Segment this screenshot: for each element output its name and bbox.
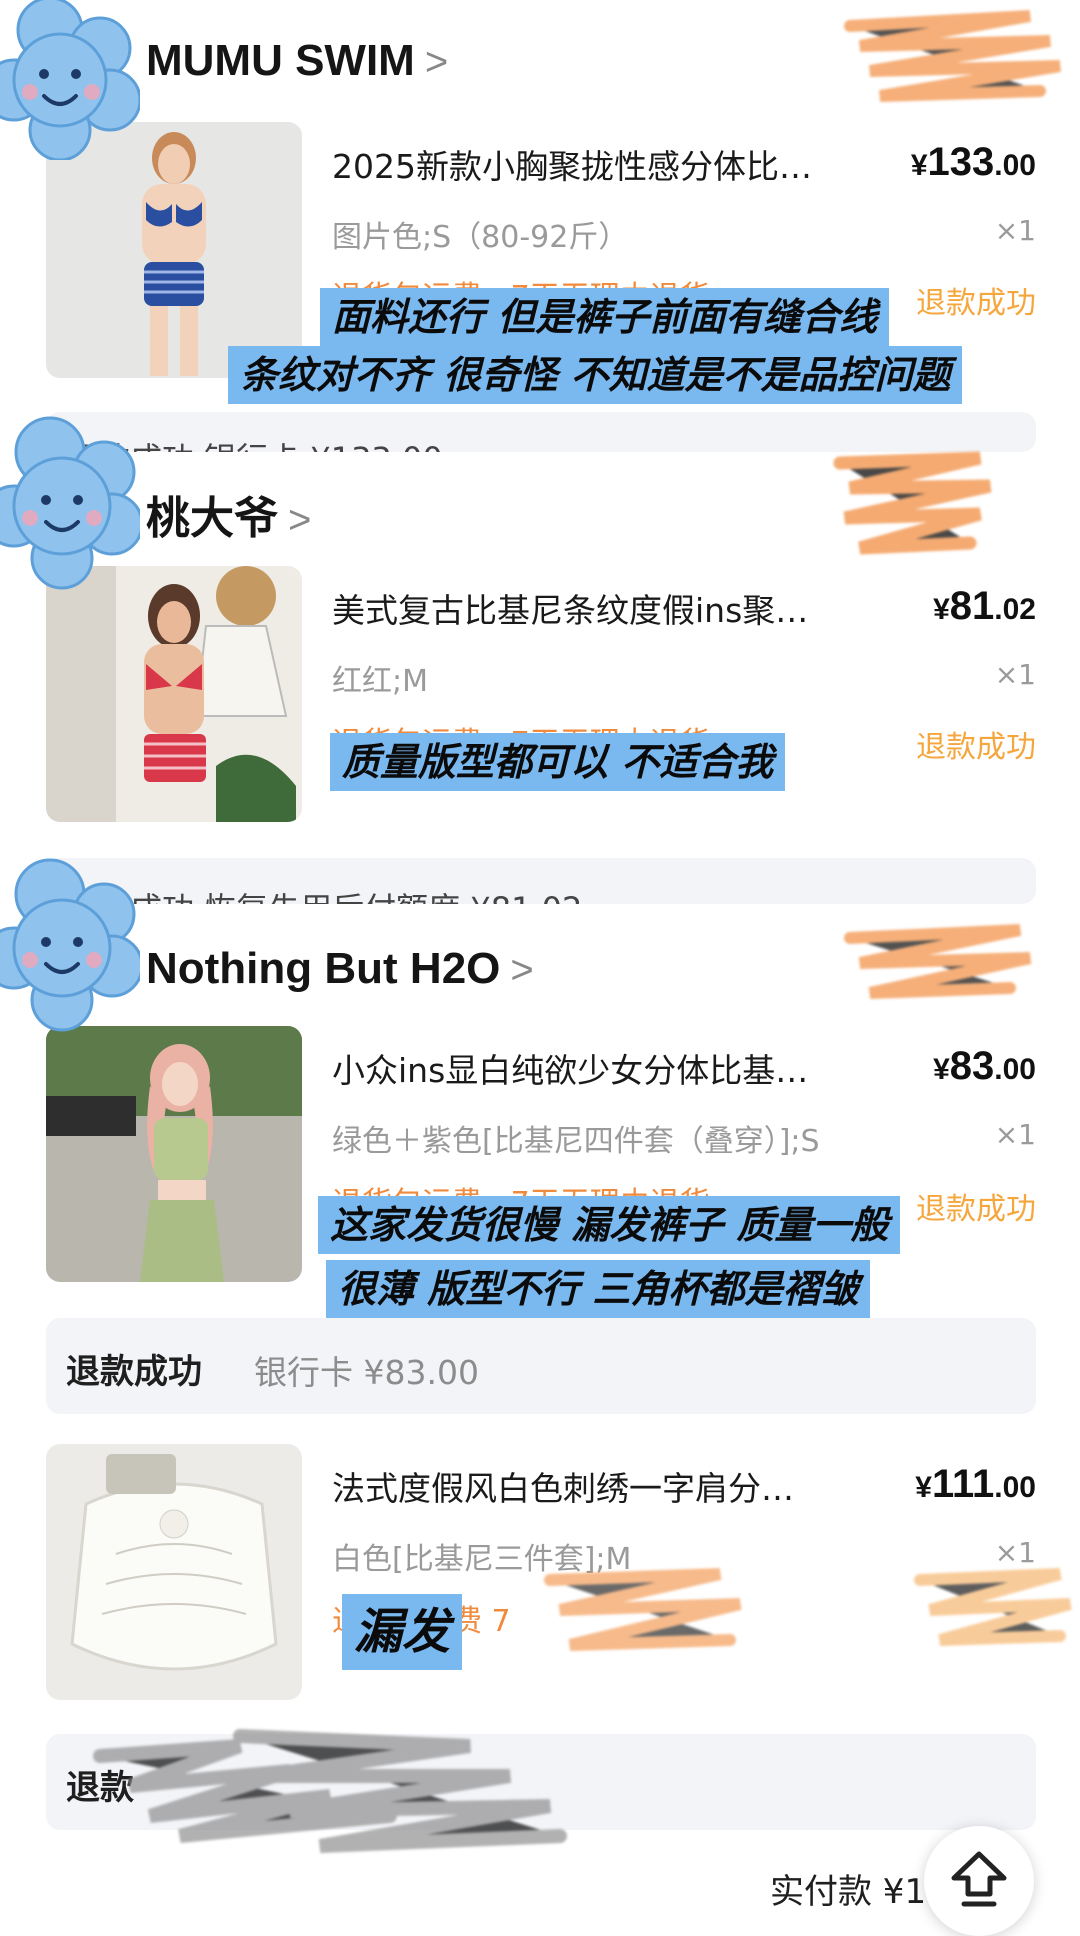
refund-label: 退款成功	[66, 1352, 202, 1392]
review-caption-line: 质量版型都可以 不适合我	[330, 733, 786, 791]
review-caption-line: 很薄 版型不行 三角杯都是褶皱	[326, 1260, 871, 1318]
refund-summary-text: 退款成功 恢复先用后付额度 ¥81.02	[66, 884, 582, 904]
product-price: ¥81.02	[933, 584, 1036, 628]
product-price: ¥133.00	[910, 140, 1036, 184]
shop-name-tao-da-ye[interactable]: 桃大爷 >	[146, 482, 311, 546]
redaction-scribble	[844, 10, 1061, 102]
product-thumbnail[interactable]	[46, 122, 302, 378]
product-quantity: ×1	[994, 1118, 1036, 1151]
product-variant: 图片色;S（80-92斤）	[332, 220, 629, 255]
cloud-sticker-icon	[0, 858, 140, 1032]
shop-name-text: MUMU SWIM	[146, 36, 415, 85]
product-quantity: ×1	[994, 214, 1036, 247]
refund-summary-bar[interactable]: 退款成功 银行卡 ¥133.00	[46, 412, 1036, 452]
product-thumbnail[interactable]	[46, 1444, 302, 1700]
refund-status: 退款成功	[916, 1192, 1036, 1227]
scroll-to-top-icon	[951, 1851, 1007, 1907]
review-caption-line: 面料还行 但是裤子前面有缝合线	[320, 288, 890, 346]
refund-detail: 银行卡 ¥83.00	[254, 1353, 479, 1392]
product-thumbnail[interactable]	[46, 566, 302, 822]
review-caption-line: 条纹对不齐 很奇怪 不知道是不是品控问题	[228, 346, 963, 404]
redaction-scribble	[93, 1729, 567, 1853]
shop-name-mumu-swim[interactable]: MUMU SWIM >	[146, 36, 448, 86]
product-title[interactable]: 2025新款小胸聚拢性感分体比…	[332, 140, 888, 188]
refund-summary-bar[interactable]: 退款成功 银行卡 ¥83.00	[46, 1318, 1036, 1414]
product-quantity: ×1	[994, 658, 1036, 691]
shop-name-text: 桃大爷	[146, 494, 278, 543]
product-title[interactable]: 法式度假风白色刺绣一字肩分…	[332, 1462, 872, 1510]
product-variant: 红红;M	[332, 664, 428, 699]
cloud-sticker-icon	[0, 0, 140, 160]
product-variant: 绿色＋紫色[比基尼四件套（叠穿）];S	[332, 1124, 820, 1159]
review-caption-line: 这家发货很慢 漏发裤子 质量一般	[318, 1196, 901, 1254]
section-divider	[0, 904, 1080, 914]
product-price: ¥111.00	[915, 1462, 1036, 1506]
redaction-scribble	[833, 451, 992, 555]
product-title[interactable]: 小众ins显白纯欲少女分体比基…	[332, 1044, 888, 1092]
scroll-to-top-button[interactable]	[924, 1826, 1034, 1936]
shop-name-nothing-but-h2o[interactable]: Nothing But H2O >	[146, 944, 534, 994]
chevron-right-icon: >	[510, 948, 534, 992]
chevron-right-icon: >	[288, 498, 312, 542]
refund-status: 退款成功	[916, 730, 1036, 765]
product-price: ¥83.00	[933, 1044, 1036, 1088]
redaction-scribble	[844, 924, 1032, 999]
redaction-scribble	[544, 1568, 1072, 1651]
product-thumbnail[interactable]	[46, 1026, 302, 1282]
refund-status: 退款成功	[916, 286, 1036, 321]
chevron-right-icon: >	[424, 40, 449, 84]
refund-summary-bar[interactable]: 退款成功 恢复先用后付额度 ¥81.02	[46, 858, 1036, 904]
review-caption-line: 漏发	[342, 1594, 463, 1670]
product-title[interactable]: 美式复古比基尼条纹度假ins聚…	[332, 584, 888, 632]
cloud-sticker-icon	[0, 416, 140, 590]
paid-amount-label: 实付款 ¥1	[770, 1872, 927, 1912]
shop-name-text: Nothing But H2O	[146, 944, 501, 993]
